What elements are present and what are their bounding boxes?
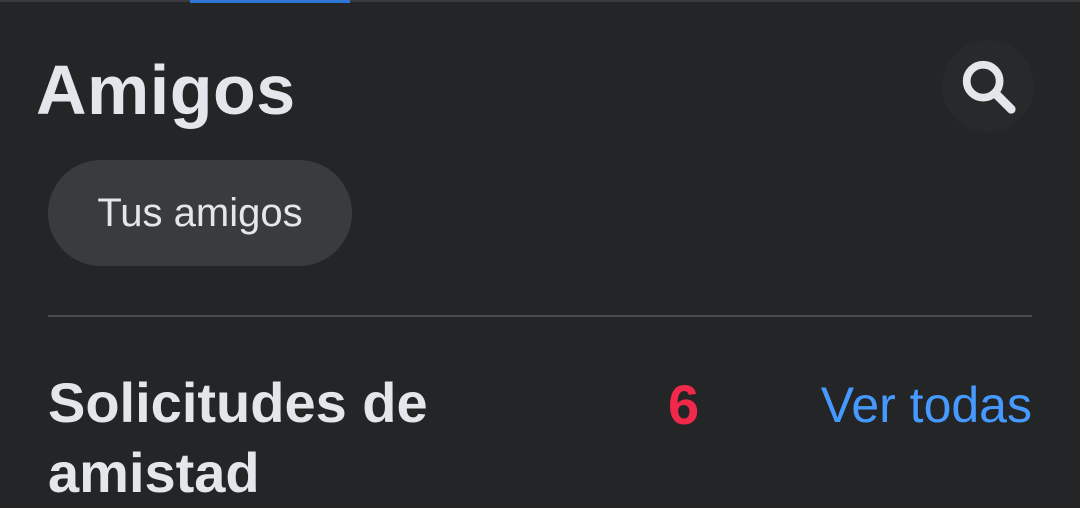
see-all-link[interactable]: Ver todas — [821, 374, 1032, 436]
friend-requests-heading: Solicitudes de amistad — [48, 371, 428, 504]
active-tab-indicator — [190, 0, 350, 3]
friend-requests-count: 6 — [668, 373, 700, 436]
top-divider — [0, 0, 1080, 2]
page-title: Amigos — [36, 51, 296, 129]
your-friends-chip[interactable]: Tus amigos — [48, 160, 352, 266]
search-icon — [962, 60, 1016, 114]
search-button[interactable] — [942, 40, 1034, 132]
section-divider — [48, 315, 1032, 317]
